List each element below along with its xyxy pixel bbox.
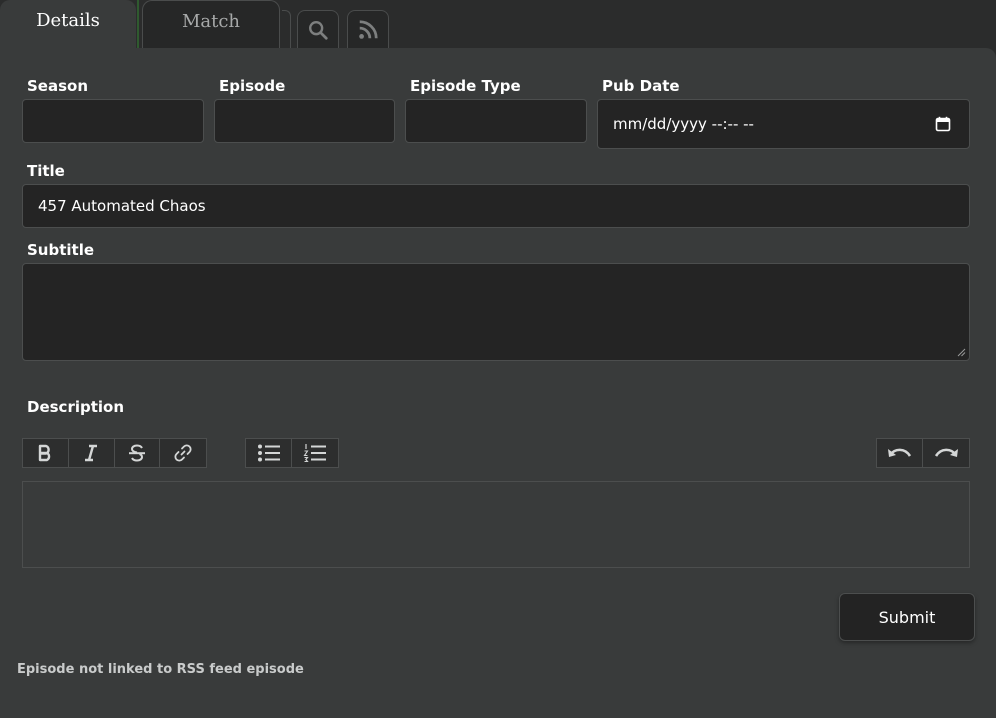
- bold-icon: [39, 444, 51, 462]
- bold-button[interactable]: [23, 439, 69, 467]
- tab-divider: [137, 0, 139, 48]
- tab-stub: [282, 10, 291, 49]
- submit-button[interactable]: Submit: [839, 593, 975, 641]
- pub-date-input[interactable]: mm/dd/yyyy --:-- --: [597, 99, 970, 149]
- tab-search[interactable]: [297, 10, 339, 48]
- description-editor[interactable]: [22, 481, 970, 568]
- tab-match[interactable]: Match: [142, 0, 280, 48]
- italic-button[interactable]: [69, 439, 115, 467]
- calendar-icon[interactable]: [935, 116, 951, 132]
- formatting-toolbar: [22, 438, 207, 468]
- subtitle-label: Subtitle: [27, 241, 95, 259]
- strikethrough-icon: [128, 444, 145, 462]
- tab-rss[interactable]: [347, 10, 389, 48]
- numbered-list-icon: [303, 444, 326, 463]
- list-toolbar: [245, 438, 339, 468]
- description-label: Description: [27, 398, 125, 416]
- search-icon: [309, 20, 328, 40]
- episode-label: Episode: [219, 77, 286, 95]
- bullet-list-icon: [257, 444, 280, 462]
- redo-icon: [934, 448, 958, 457]
- italic-icon: [85, 444, 98, 462]
- numbered-list-button[interactable]: [292, 439, 338, 467]
- rss-icon: [359, 19, 378, 39]
- rss-link-status: Episode not linked to RSS feed episode: [17, 662, 304, 677]
- episode-input[interactable]: [214, 99, 395, 143]
- redo-button[interactable]: [923, 439, 969, 467]
- subtitle-textarea[interactable]: [22, 263, 970, 361]
- pub-date-placeholder: mm/dd/yyyy --:-- --: [613, 115, 754, 133]
- tab-bar: Details Match: [0, 0, 996, 49]
- title-input[interactable]: 457 Automated Chaos: [22, 184, 970, 228]
- history-toolbar: [876, 438, 970, 468]
- strikethrough-button[interactable]: [115, 439, 161, 467]
- bullet-list-button[interactable]: [246, 439, 292, 467]
- tab-details[interactable]: Details: [0, 0, 136, 48]
- episode-type-input[interactable]: [405, 99, 587, 143]
- undo-button[interactable]: [877, 439, 923, 467]
- undo-icon: [887, 448, 911, 457]
- link-button[interactable]: [160, 439, 206, 467]
- season-input[interactable]: [22, 99, 204, 143]
- pub-date-label: Pub Date: [602, 77, 680, 95]
- link-icon: [174, 444, 192, 462]
- season-label: Season: [27, 77, 89, 95]
- episode-type-label: Episode Type: [410, 77, 521, 95]
- resize-handle-icon[interactable]: [957, 348, 966, 357]
- title-label: Title: [27, 162, 65, 180]
